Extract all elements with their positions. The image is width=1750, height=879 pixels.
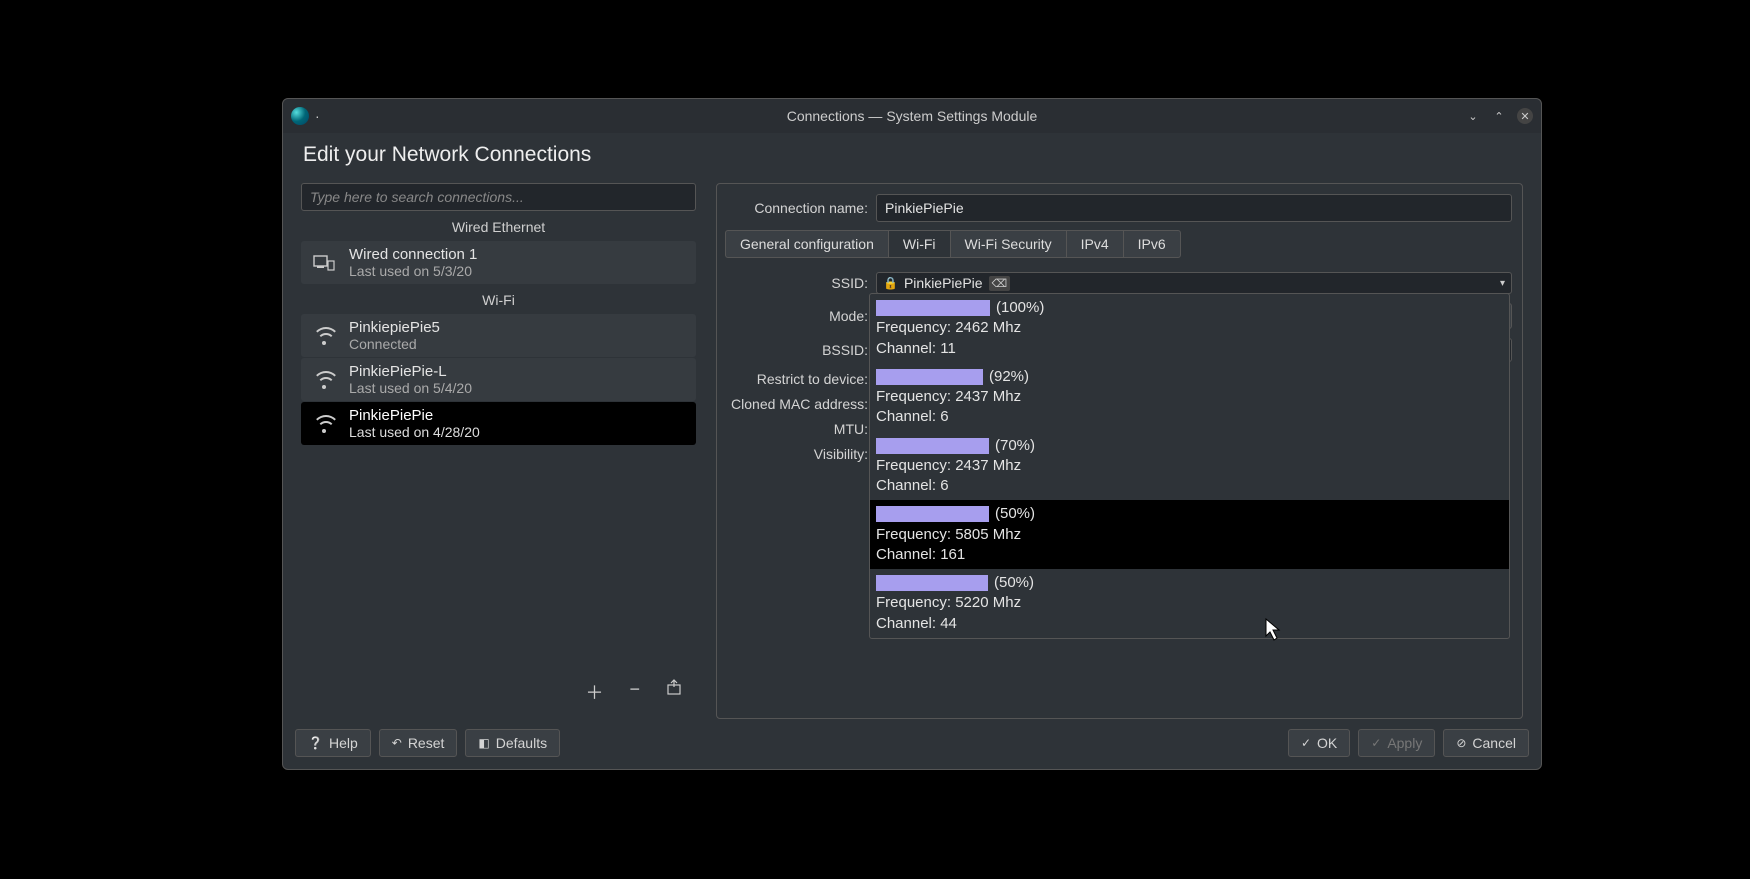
signal-percent: (50%) — [994, 573, 1034, 593]
undo-icon: ↶ — [392, 736, 402, 750]
mtu-label: MTU: — [723, 421, 868, 437]
tab-wifi-security[interactable]: Wi-Fi Security — [950, 230, 1066, 258]
apply-button[interactable]: ✓ Apply — [1358, 729, 1435, 757]
tab-general[interactable]: General configuration — [725, 230, 888, 258]
close-button[interactable]: ✕ — [1517, 108, 1533, 124]
redacted-value — [876, 300, 990, 316]
lock-icon: 🔒 — [883, 276, 898, 290]
connection-name: PinkiepiePie5 — [349, 319, 440, 336]
titlebar-marker: · — [315, 108, 320, 124]
connection-name: Wired connection 1 — [349, 246, 477, 263]
help-icon: ❔ — [308, 736, 323, 750]
connection-editor: Connection name: General configuration W… — [716, 183, 1523, 719]
maximize-button[interactable]: ⌃ — [1491, 108, 1507, 124]
tab-ipv6[interactable]: IPv6 — [1123, 230, 1181, 258]
bssid-option[interactable]: (50%)Frequency: 5220 MhzChannel: 44 — [870, 569, 1509, 638]
frequency-label: Frequency: 2462 Mhz — [876, 318, 1503, 338]
wifi-icon — [311, 323, 337, 349]
page-title: Edit your Network Connections — [283, 133, 1541, 173]
defaults-icon: ◧ — [478, 736, 489, 750]
frequency-label: Frequency: 2437 Mhz — [876, 387, 1503, 407]
frequency-label: Frequency: 5220 Mhz — [876, 593, 1503, 613]
ssid-value: PinkiePiePie — [904, 275, 983, 291]
ssid-field[interactable]: 🔒 PinkiePiePie ⌫ ▾ — [876, 272, 1512, 294]
bssid-option[interactable]: (50%)Frequency: 5805 MhzChannel: 161 — [870, 500, 1509, 569]
connection-name: PinkiePiePie — [349, 407, 480, 424]
connections-sidebar: Wired Ethernet Wired connection 1 Last u… — [301, 183, 696, 719]
cancel-button[interactable]: ⊘ Cancel — [1443, 729, 1529, 757]
reset-button[interactable]: ↶ Reset — [379, 729, 458, 757]
connection-name: PinkiePiePie-L — [349, 363, 472, 380]
defaults-label: Defaults — [496, 735, 547, 751]
bssid-option[interactable]: (92%)Frequency: 2437 MhzChannel: 6 — [870, 363, 1509, 432]
action-bar: ❔ Help ↶ Reset ◧ Defaults ✓ OK ✓ Apply ⊘… — [283, 719, 1541, 769]
bssid-dropdown[interactable]: (100%)Frequency: 2462 MhzChannel: 11(92%… — [869, 293, 1510, 639]
titlebar: · Connections — System Settings Module ⌄… — [283, 99, 1541, 133]
connection-status: Connected — [349, 336, 440, 352]
connection-status: Last used on 5/4/20 — [349, 380, 472, 396]
frequency-label: Frequency: 5805 Mhz — [876, 525, 1503, 545]
bssid-option[interactable]: (100%)Frequency: 2462 MhzChannel: 11 — [870, 294, 1509, 363]
signal-percent: (50%) — [995, 504, 1035, 524]
reset-label: Reset — [408, 735, 445, 751]
chevron-down-icon[interactable]: ▾ — [1500, 278, 1505, 289]
ssid-label: SSID: — [723, 275, 868, 291]
connection-actions-bar: ＋ − — [301, 669, 696, 719]
globe-icon — [291, 107, 309, 125]
redacted-value — [876, 438, 989, 454]
check-icon: ✓ — [1371, 736, 1381, 750]
ok-button[interactable]: ✓ OK — [1288, 729, 1350, 757]
cancel-label: Cancel — [1472, 735, 1516, 751]
connection-item-wifi-selected[interactable]: PinkiePiePie Last used on 4/28/20 — [301, 402, 696, 445]
wifi-icon — [311, 411, 337, 437]
tab-ipv4[interactable]: IPv4 — [1066, 230, 1123, 258]
apply-label: Apply — [1387, 735, 1422, 751]
connection-item-wifi[interactable]: PinkiePiePie-L Last used on 5/4/20 — [301, 358, 696, 401]
defaults-button[interactable]: ◧ Defaults — [465, 729, 560, 757]
bssid-label: BSSID: — [723, 342, 868, 358]
search-input[interactable] — [301, 183, 696, 211]
mode-label: Mode: — [723, 308, 868, 324]
section-wifi: Wi-Fi — [301, 284, 696, 314]
check-icon: ✓ — [1301, 736, 1311, 750]
channel-label: Channel: 161 — [876, 545, 1503, 565]
connection-item-wifi[interactable]: PinkiepiePie5 Connected — [301, 314, 696, 357]
connection-status: Last used on 5/3/20 — [349, 263, 477, 279]
remove-connection-button[interactable]: − — [629, 679, 640, 705]
connection-item-wired[interactable]: Wired connection 1 Last used on 5/3/20 — [301, 241, 696, 284]
connection-status: Last used on 4/28/20 — [349, 424, 480, 440]
signal-percent: (100%) — [996, 298, 1044, 318]
cancel-icon: ⊘ — [1456, 736, 1466, 750]
add-connection-button[interactable]: ＋ — [585, 679, 603, 705]
export-connection-button[interactable] — [666, 679, 682, 705]
ok-label: OK — [1317, 735, 1337, 751]
tab-wifi[interactable]: Wi-Fi — [888, 230, 950, 258]
frequency-label: Frequency: 2437 Mhz — [876, 456, 1503, 476]
section-wired: Wired Ethernet — [301, 211, 696, 241]
wifi-icon — [311, 367, 337, 393]
channel-label: Channel: 6 — [876, 476, 1503, 496]
help-label: Help — [329, 735, 358, 751]
bssid-option[interactable]: (70%)Frequency: 2437 MhzChannel: 6 — [870, 432, 1509, 501]
tab-bar: General configuration Wi-Fi Wi-Fi Securi… — [725, 230, 1512, 258]
clear-icon[interactable]: ⌫ — [989, 276, 1011, 291]
redacted-value — [876, 506, 989, 522]
visibility-label: Visibility: — [723, 446, 868, 462]
channel-label: Channel: 44 — [876, 614, 1503, 634]
signal-percent: (92%) — [989, 367, 1029, 387]
connection-name-input[interactable] — [876, 194, 1512, 222]
channel-label: Channel: 11 — [876, 339, 1503, 359]
window-title: Connections — System Settings Module — [787, 108, 1038, 124]
restrict-label: Restrict to device: — [723, 371, 868, 387]
settings-window: · Connections — System Settings Module ⌄… — [282, 98, 1542, 770]
cloned-mac-label: Cloned MAC address: — [723, 396, 868, 412]
signal-percent: (70%) — [995, 436, 1035, 456]
redacted-value — [876, 369, 983, 385]
help-button[interactable]: ❔ Help — [295, 729, 371, 757]
redacted-value — [876, 575, 988, 591]
connection-name-label: Connection name: — [723, 200, 868, 216]
ethernet-icon — [311, 250, 337, 276]
minimize-button[interactable]: ⌄ — [1465, 108, 1481, 124]
channel-label: Channel: 6 — [876, 407, 1503, 427]
